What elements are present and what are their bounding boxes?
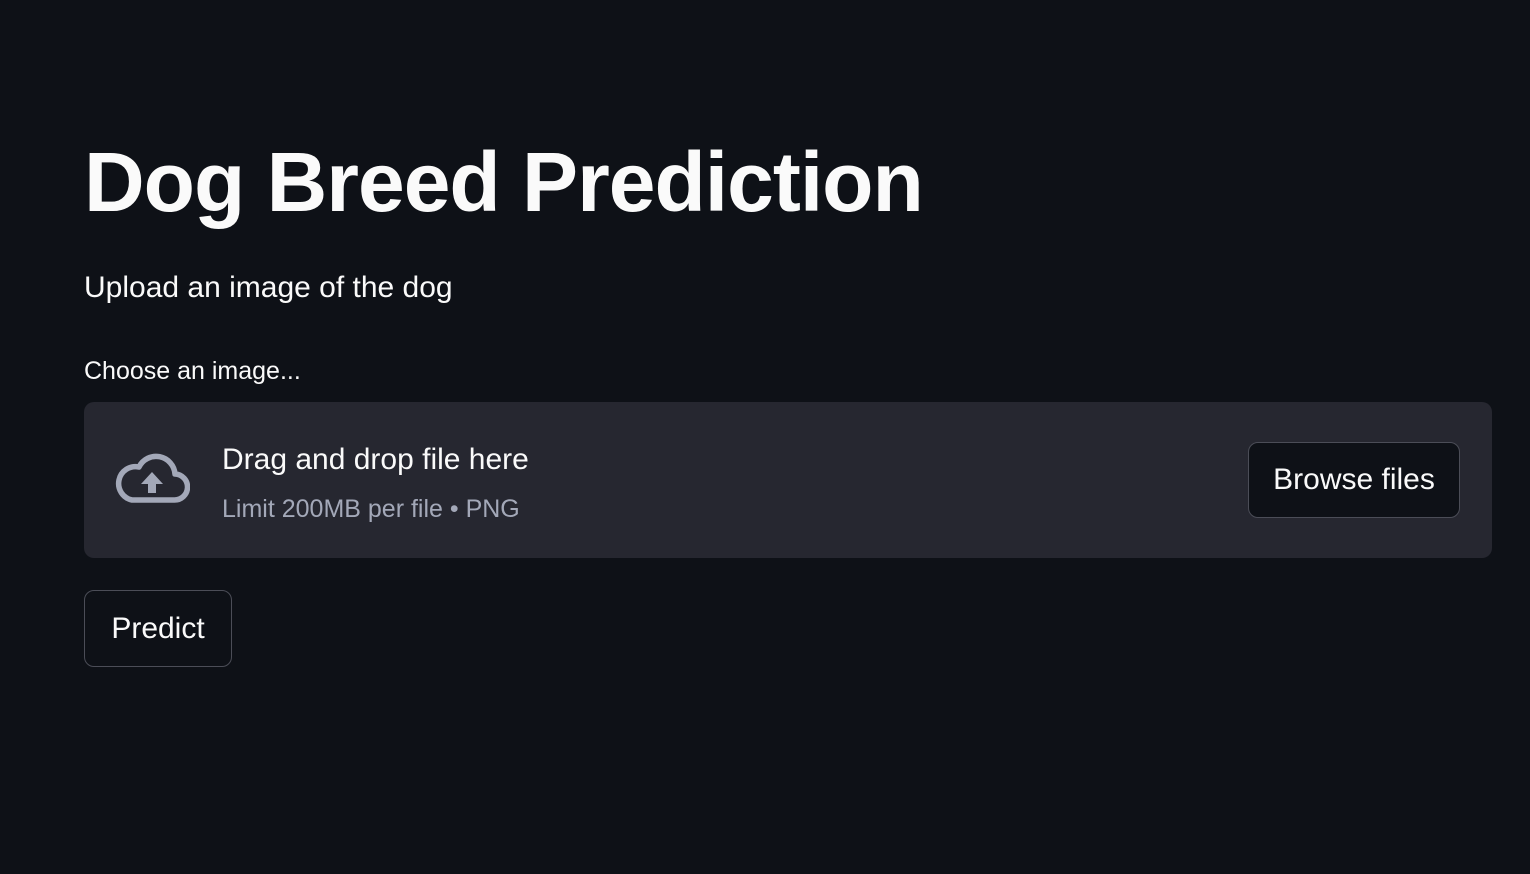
file-uploader-label: Choose an image... bbox=[84, 357, 301, 385]
predict-button[interactable]: Predict bbox=[84, 590, 232, 667]
dropzone-instruction: Drag and drop file here bbox=[222, 443, 529, 476]
main-container: Dog Breed Prediction Upload an image of … bbox=[0, 0, 1530, 874]
page-subtitle: Upload an image of the dog bbox=[84, 271, 453, 304]
file-dropzone[interactable]: Drag and drop file here Limit 200MB per … bbox=[84, 402, 1492, 558]
cloud-upload-icon bbox=[114, 452, 191, 508]
browse-files-button[interactable]: Browse files bbox=[1248, 442, 1460, 518]
page-title: Dog Breed Prediction bbox=[84, 135, 924, 229]
dropzone-file-limit: Limit 200MB per file • PNG bbox=[222, 495, 520, 523]
